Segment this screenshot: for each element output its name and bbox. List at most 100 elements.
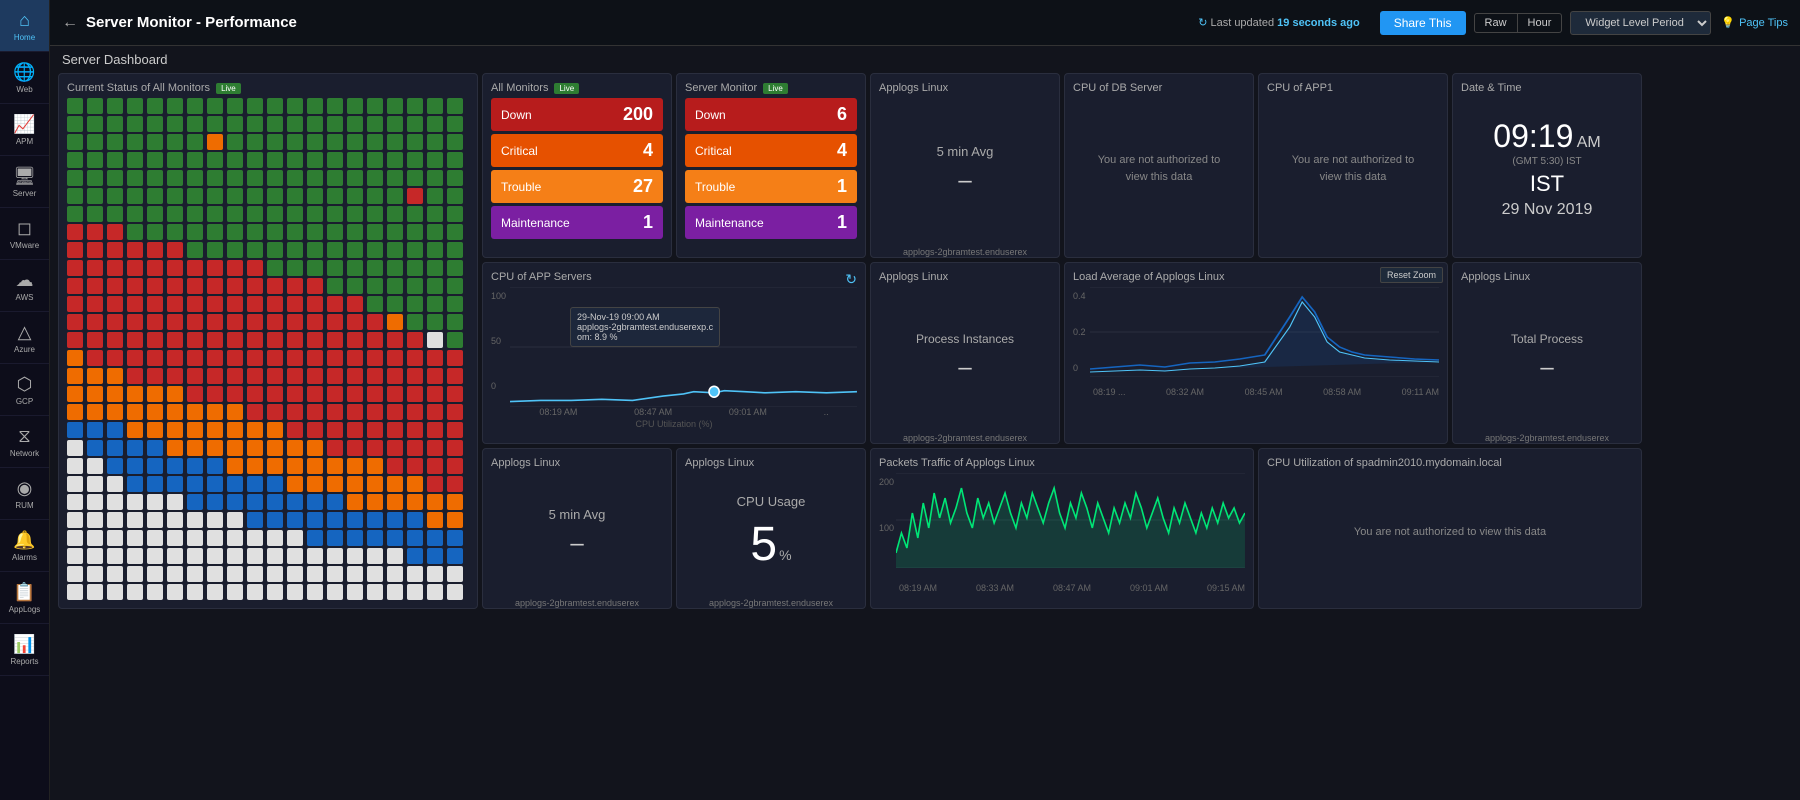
status-dot-551 xyxy=(287,584,303,600)
status-dot-463 xyxy=(127,512,143,528)
datetime-tz: IST xyxy=(1530,171,1564,197)
status-dot-151 xyxy=(287,224,303,240)
gcp-icon: ⬡ xyxy=(17,374,33,395)
status-dot-412 xyxy=(307,458,323,474)
status-dot-378 xyxy=(427,422,443,438)
status-dot-227 xyxy=(207,296,223,312)
apm-icon: 📈 xyxy=(13,114,35,135)
maintenance-label: Maintenance xyxy=(501,216,570,230)
status-dot-381 xyxy=(87,440,103,456)
status-dot-525 xyxy=(167,566,183,582)
status-dot-256 xyxy=(387,314,403,330)
status-dot-233 xyxy=(327,296,343,312)
load-chart-svg xyxy=(1090,287,1439,377)
sidebar-item-server[interactable]: 🖥 Server xyxy=(0,156,49,208)
back-button[interactable]: ← xyxy=(62,14,78,32)
widget-period-select[interactable]: Widget Level Period xyxy=(1570,11,1711,35)
monitor-row-maintenance[interactable]: Maintenance 1 xyxy=(491,206,663,239)
sidebar-item-aws[interactable]: ☁ AWS xyxy=(0,260,49,312)
status-dot-49 xyxy=(247,134,263,150)
status-dot-445 xyxy=(167,494,183,510)
status-dot-536 xyxy=(387,566,403,582)
sidebar-item-apm[interactable]: 📈 APM xyxy=(0,104,49,156)
sidebar-item-reports[interactable]: 📊 Reports xyxy=(0,624,49,676)
status-dot-505 xyxy=(167,548,183,564)
status-dot-431 xyxy=(287,476,303,492)
status-dot-109 xyxy=(247,188,263,204)
hour-button[interactable]: Hour xyxy=(1518,13,1563,33)
sidebar-item-alarms[interactable]: 🔔 Alarms xyxy=(0,520,49,572)
sm-row-down[interactable]: Down 6 xyxy=(685,98,857,131)
status-dot-167 xyxy=(207,242,223,258)
status-dot-8 xyxy=(227,98,243,114)
packets-x-1: 08:19 AM xyxy=(899,583,937,593)
status-dot-518 xyxy=(427,548,443,564)
page-tips-link[interactable]: 💡 Page Tips xyxy=(1721,16,1788,29)
status-dot-119 xyxy=(447,188,463,204)
reset-zoom-button[interactable]: Reset Zoom xyxy=(1380,267,1443,283)
status-dot-195 xyxy=(367,260,383,276)
sm-row-trouble[interactable]: Trouble 1 xyxy=(685,170,857,203)
status-dot-69 xyxy=(247,152,263,168)
status-dot-35 xyxy=(367,116,383,132)
main-content: ← Server Monitor - Performance ↻ Last up… xyxy=(50,0,1800,800)
sidebar-item-home[interactable]: ⌂ Home xyxy=(0,0,49,52)
sidebar-item-web[interactable]: 🌐 Web xyxy=(0,52,49,104)
status-dot-339 xyxy=(447,386,463,402)
status-dot-274 xyxy=(347,332,363,348)
status-dot-499 xyxy=(447,530,463,546)
status-dot-530 xyxy=(267,566,283,582)
load-y-0: 0 xyxy=(1073,363,1086,373)
status-dot-448 xyxy=(227,494,243,510)
status-dot-175 xyxy=(367,242,383,258)
share-button[interactable]: Share This xyxy=(1380,11,1466,35)
sm-row-critical[interactable]: Critical 4 xyxy=(685,134,857,167)
sidebar-label-aws: AWS xyxy=(16,293,34,302)
process-instances-value: – xyxy=(958,354,971,382)
sidebar-item-applogs[interactable]: 📋 AppLogs xyxy=(0,572,49,624)
monitor-row-down[interactable]: Down 200 xyxy=(491,98,663,131)
last-updated: ↻ Last updated 19 seconds ago xyxy=(1198,16,1360,29)
sidebar-item-network[interactable]: ⧖ Network xyxy=(0,416,49,468)
sidebar-item-gcp[interactable]: ⬡ GCP xyxy=(0,364,49,416)
applogs-5min-content: 5 min Avg – xyxy=(879,98,1051,241)
status-dot-224 xyxy=(147,296,163,312)
status-dot-134 xyxy=(347,206,363,222)
load-x-2: 08:32 AM xyxy=(1166,387,1204,397)
status-dot-82 xyxy=(107,170,123,186)
status-dot-63 xyxy=(127,152,143,168)
status-dot-383 xyxy=(127,440,143,456)
process-instances-subtitle: Process Instances xyxy=(916,332,1014,346)
cpu-app-servers-title: CPU of APP Servers ↻ xyxy=(491,271,857,283)
status-dot-208 xyxy=(227,278,243,294)
sidebar-item-vmware[interactable]: ◻ VMware xyxy=(0,208,49,260)
status-dot-83 xyxy=(127,170,143,186)
sidebar-item-azure[interactable]: △ Azure xyxy=(0,312,49,364)
status-dot-133 xyxy=(327,206,343,222)
status-dot-503 xyxy=(127,548,143,564)
cpu-app-servers-refresh[interactable]: ↻ xyxy=(845,271,857,288)
monitor-row-critical[interactable]: Critical 4 xyxy=(491,134,663,167)
status-dot-140 xyxy=(67,224,83,240)
datetime-time-row: 09:19 AM xyxy=(1493,120,1600,152)
raw-button[interactable]: Raw xyxy=(1474,13,1518,33)
status-dot-279 xyxy=(447,332,463,348)
status-dot-449 xyxy=(247,494,263,510)
sidebar-label-azure: Azure xyxy=(14,345,35,354)
monitor-row-trouble[interactable]: Trouble 27 xyxy=(491,170,663,203)
sidebar-item-rum[interactable]: ◉ RUM xyxy=(0,468,49,520)
status-dot-156 xyxy=(387,224,403,240)
status-dot-57 xyxy=(407,134,423,150)
status-dot-331 xyxy=(287,386,303,402)
status-dot-137 xyxy=(407,206,423,222)
status-dot-338 xyxy=(427,386,443,402)
sm-critical-count: 4 xyxy=(837,140,847,161)
cpu-app1-title: CPU of APP1 xyxy=(1267,82,1439,94)
sm-row-maintenance[interactable]: Maintenance 1 xyxy=(685,206,857,239)
status-dot-76 xyxy=(387,152,403,168)
status-dot-158 xyxy=(427,224,443,240)
status-dot-288 xyxy=(227,350,243,366)
applogs-cpu-usage-subtitle: CPU Usage xyxy=(737,494,806,509)
status-dot-342 xyxy=(107,404,123,420)
status-dot-7 xyxy=(207,98,223,114)
